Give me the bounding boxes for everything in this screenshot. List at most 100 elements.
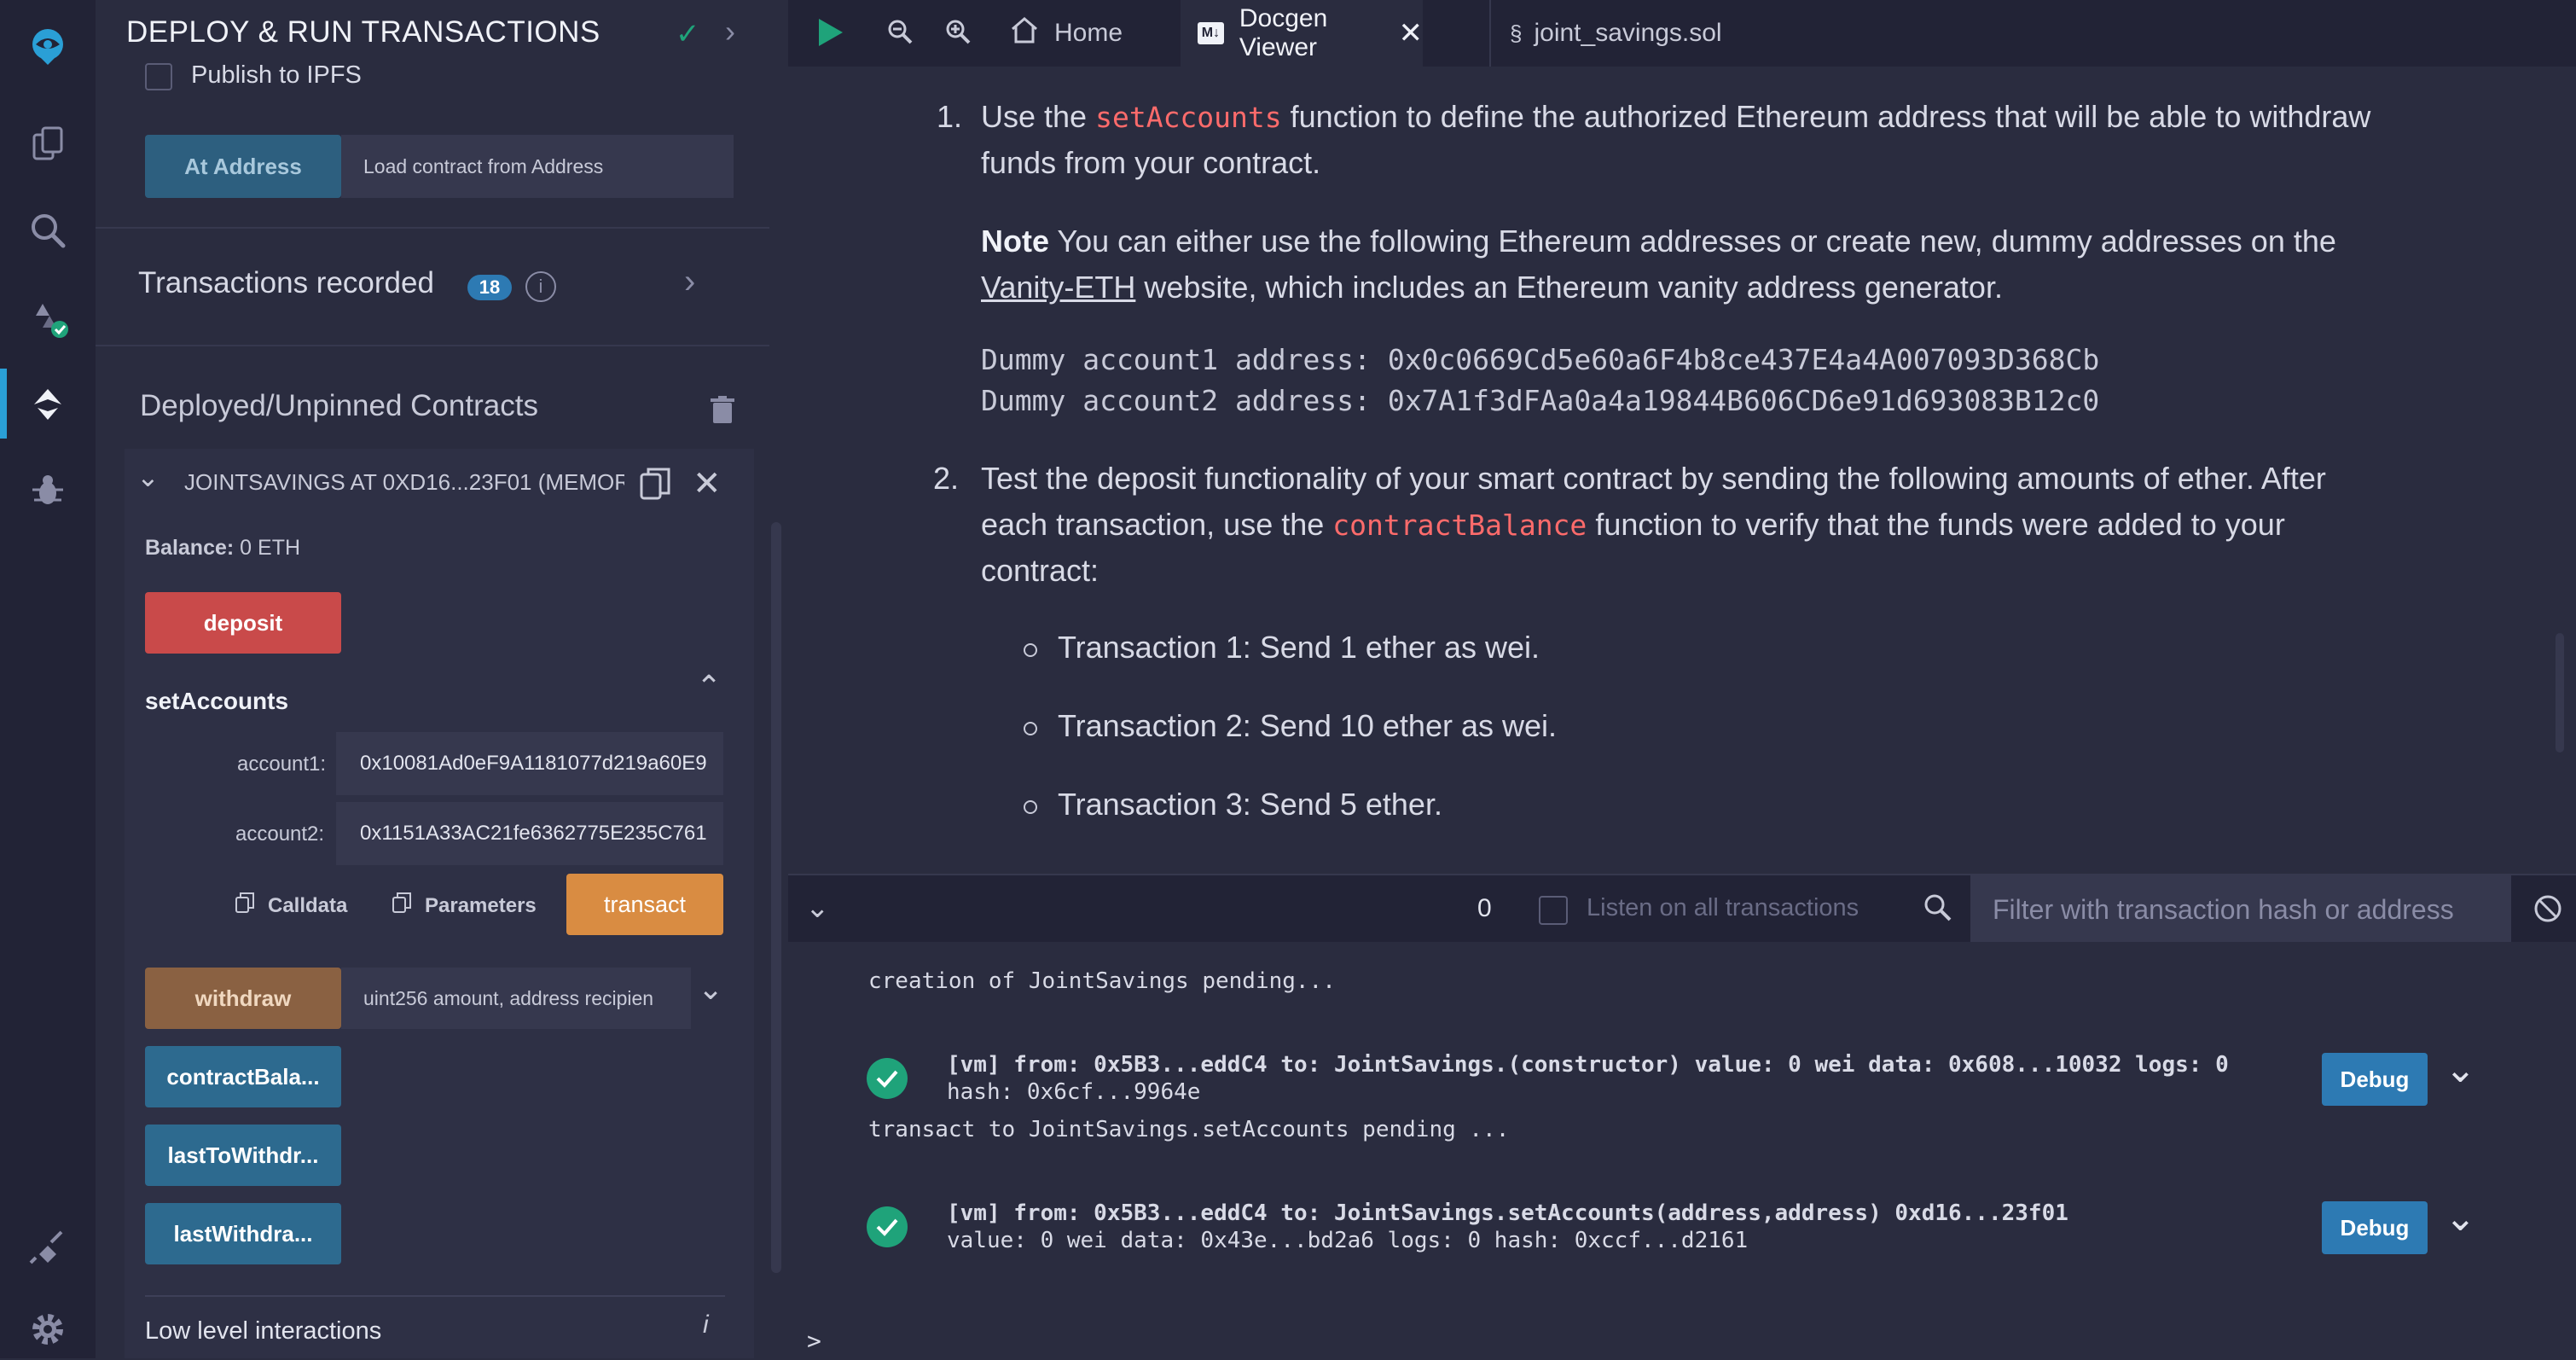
copy-icon (392, 892, 411, 919)
list-number: 1. (937, 99, 963, 134)
bullet-icon (1024, 800, 1037, 814)
vanity-eth-link[interactable]: Vanity-ETH (981, 270, 1135, 305)
list-item-2-line2: each transaction, use the contractBalanc… (981, 502, 2285, 549)
close-icon[interactable]: ✕ (693, 464, 722, 503)
pending-count: 0 (1477, 894, 1492, 922)
clear-console-icon[interactable] (2533, 894, 2562, 927)
inline-code: contractBalance (1332, 509, 1587, 542)
tx-log-line: [vm] from: 0x5B3...eddC4 to: JointSaving… (947, 1200, 2068, 1226)
docgen-content: 1. Use the setAccounts function to defin… (788, 67, 2576, 874)
transact-button[interactable]: transact (566, 874, 723, 935)
tx-log-line: [vm] from: 0x5B3...eddC4 to: JointSaving… (947, 1052, 2229, 1078)
solidity-file-icon: § (1510, 20, 1523, 46)
at-address-input[interactable]: Load contract from Address (341, 135, 734, 198)
chevron-up-icon[interactable]: ⌃ (696, 669, 722, 705)
zoom-in-icon[interactable] (945, 19, 971, 49)
inline-code: setAccounts (1095, 101, 1282, 134)
terminal: creation of JointSavings pending... [vm]… (788, 942, 2576, 1358)
chevron-down-icon[interactable]: ⌄ (2445, 1196, 2476, 1240)
list-item-2-line3: contract: (981, 553, 1099, 588)
deposit-button[interactable]: deposit (145, 592, 341, 654)
list-number: 2. (933, 461, 960, 496)
at-address-button[interactable]: At Address (145, 135, 341, 198)
listen-checkbox[interactable] (1539, 896, 1568, 925)
text: function to verify that the funds were a… (1595, 507, 2285, 542)
main-area: Home M↓ Docgen Viewer ✕ § joint_savings.… (788, 0, 2576, 1358)
info-icon[interactable]: i (525, 271, 556, 302)
tab-docgen-viewer[interactable]: M↓ Docgen Viewer ✕ (1181, 0, 1423, 67)
last-to-withdraw-button[interactable]: lastToWithdr... (145, 1125, 341, 1186)
deploy-run-panel: DEPLOY & RUN TRANSACTIONS ✓ › Publish to… (96, 0, 790, 1358)
collapse-terminal-icon[interactable]: ⌄ (805, 891, 830, 925)
text: You can either use the following Ethereu… (1057, 224, 2336, 259)
tx-log-line: hash: 0x6cf...9964e (947, 1079, 1201, 1105)
divider (145, 1295, 725, 1297)
withdraw-button[interactable]: withdraw (145, 968, 341, 1029)
active-indicator (0, 369, 7, 439)
note-paragraph-line2: Vanity-ETH website, which includes an Et… (981, 264, 2003, 311)
close-icon[interactable]: ✕ (1399, 16, 1424, 50)
account2-input[interactable]: 0x1151A33AC21fe6362775E235C761 (336, 802, 723, 865)
panel-scrollbar[interactable] (771, 522, 781, 1273)
tab-label: Home (1054, 19, 1123, 47)
chevron-down-icon[interactable]: ⌄ (698, 971, 723, 1007)
balance-value: 0 ETH (240, 536, 301, 560)
listen-label: Listen on all transactions (1587, 894, 1859, 921)
copy-icon[interactable] (640, 468, 670, 504)
tab-home[interactable]: Home (1010, 0, 1123, 67)
account1-label: account1: (237, 753, 327, 776)
calldata-button[interactable]: Calldata (235, 892, 347, 919)
dummy-account1: Dummy account1 address: 0x0c0669Cd5e60a6… (981, 343, 2100, 376)
publish-ipfs-label: Publish to IPFS (191, 61, 362, 89)
list-item-1: Use the setAccounts function to define t… (981, 94, 2370, 141)
markdown-icon: M↓ (1198, 22, 1224, 44)
zoom-out-icon[interactable] (887, 19, 913, 49)
plugin-manager-icon[interactable] (17, 1215, 78, 1276)
contract-instance-title: JOINTSAVINGS AT 0XD16...23F01 (MEMOR (184, 469, 624, 495)
doc-scrollbar[interactable] (2556, 633, 2564, 753)
publish-ipfs-checkbox[interactable] (145, 63, 172, 90)
chevron-right-icon[interactable]: › (684, 263, 695, 301)
sub-item-tx3: Transaction 3: Send 5 ether. (1058, 787, 1442, 822)
file-explorer-icon[interactable] (17, 113, 78, 174)
terminal-toolbar: ⌄ 0 Listen on all transactions Filter wi… (788, 874, 2576, 944)
chevron-down-icon[interactable]: ⌄ (136, 461, 160, 493)
tab-bar: Home M↓ Docgen Viewer ✕ § joint_savings.… (788, 0, 2576, 67)
tab-joint-savings-sol[interactable]: § joint_savings.sol (1489, 0, 1766, 67)
list-item-1-line2: funds from your contract. (981, 145, 1321, 180)
parameters-button[interactable]: Parameters (392, 892, 537, 919)
filter-input[interactable]: Filter with transaction hash or address (1970, 875, 2511, 944)
withdraw-input[interactable]: uint256 amount, address recipien (341, 968, 691, 1029)
last-withdraw-button[interactable]: lastWithdra... (145, 1203, 341, 1264)
deployed-contracts-title: Deployed/Unpinned Contracts (140, 389, 538, 422)
chevron-down-icon[interactable]: ⌄ (2445, 1048, 2476, 1091)
search-icon[interactable] (17, 200, 78, 261)
deploy-run-icon[interactable] (17, 372, 78, 433)
solidity-compiler-icon[interactable] (17, 287, 78, 348)
chevron-right-icon[interactable]: › (725, 14, 735, 49)
divider (96, 345, 769, 346)
dummy-account2: Dummy account2 address: 0x7A1f3dFAa0a4a1… (981, 384, 2100, 417)
account1-input[interactable]: 0x10081Ad0eF9A1181077d219a60E9 (336, 732, 723, 795)
run-icon[interactable] (817, 17, 844, 52)
sub-item-tx1: Transaction 1: Send 1 ether as wei. (1058, 630, 1540, 665)
account2-label: account2: (235, 822, 325, 846)
list-item-2: Test the deposit functionality of your s… (981, 461, 2326, 496)
debug-button[interactable]: Debug (2322, 1053, 2428, 1106)
debug-button[interactable]: Debug (2322, 1201, 2428, 1254)
sub-item-tx2: Transaction 2: Send 10 ether as wei. (1058, 708, 1557, 743)
tab-label: Docgen Viewer (1239, 4, 1328, 61)
debugger-icon[interactable] (17, 459, 78, 520)
settings-icon[interactable] (17, 1299, 78, 1360)
note-bold: Note (981, 224, 1049, 259)
contract-balance-button[interactable]: contractBala... (145, 1046, 341, 1107)
trash-icon[interactable] (710, 396, 735, 429)
success-icon (867, 1058, 908, 1099)
terminal-line: transact to JointSavings.setAccounts pen… (868, 1117, 1510, 1142)
terminal-prompt[interactable]: > (807, 1328, 821, 1355)
info-icon[interactable]: i (703, 1311, 709, 1340)
note-paragraph: Note You can either use the following Et… (981, 218, 2336, 264)
remix-logo-icon[interactable] (17, 15, 78, 77)
check-icon: ✓ (676, 18, 700, 50)
terminal-line: creation of JointSavings pending... (868, 968, 1336, 994)
